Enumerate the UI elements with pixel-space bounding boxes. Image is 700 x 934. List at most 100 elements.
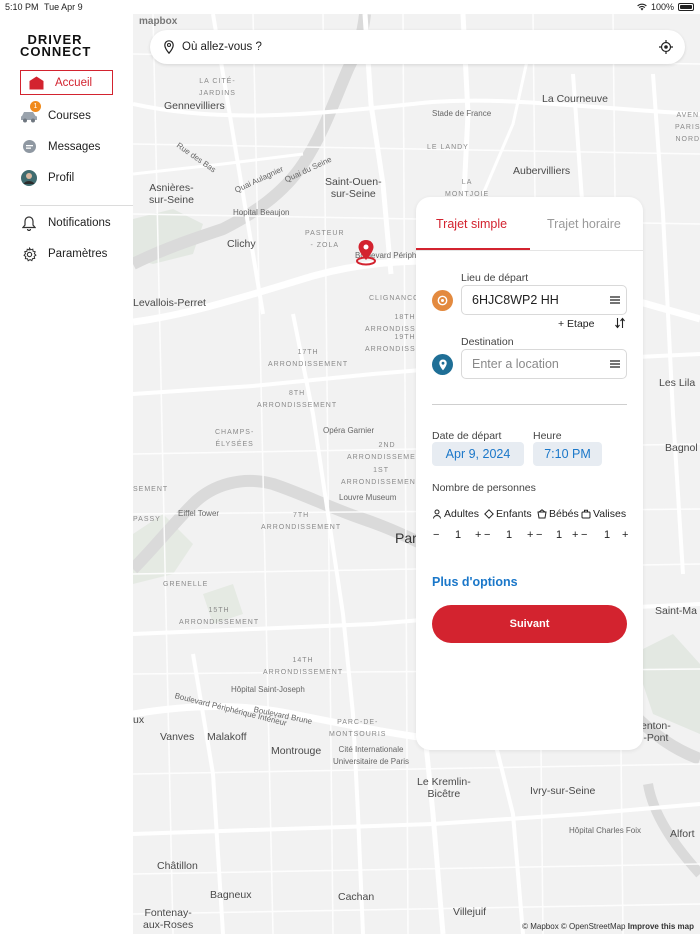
babies-plus-button[interactable]: +	[572, 529, 578, 541]
luggage-header: Valises	[581, 508, 626, 520]
improve-map-link[interactable]: Improve this map	[628, 922, 694, 931]
children-plus-button[interactable]: +	[527, 529, 533, 541]
menu-icon[interactable]	[610, 360, 620, 368]
children-header: Enfants	[484, 508, 532, 520]
sidebar-item-courses[interactable]: 1 Courses	[20, 101, 130, 129]
luggage-plus-button[interactable]: +	[622, 529, 628, 541]
next-button[interactable]: Suivant	[432, 605, 627, 643]
luggage-value: 1	[604, 529, 611, 541]
status-time: 5:10 PM	[5, 2, 39, 12]
sidebar-item-parametres[interactable]: Paramètres	[20, 241, 130, 267]
location-marker[interactable]	[354, 240, 378, 271]
map-label: Opéra Garnier	[323, 426, 375, 435]
map-label: Ivry-sur-Seine	[530, 785, 596, 797]
map-label: 8TH ARRONDISSEMENT	[257, 390, 338, 409]
person-icon	[433, 509, 441, 519]
gear-icon	[20, 245, 38, 263]
map-label: Par	[395, 530, 417, 546]
notification-badge: 1	[30, 101, 41, 112]
luggage-label: Valises	[593, 508, 627, 520]
avatar	[20, 169, 38, 187]
map-label: Vanves	[160, 731, 195, 743]
date-picker[interactable]: Apr 9, 2024	[432, 442, 524, 466]
baby-icon	[537, 509, 547, 519]
sidebar-item-messages[interactable]: Messages	[20, 134, 130, 160]
map-label: enton- -Pont	[641, 720, 671, 744]
babies-value: 1	[556, 529, 563, 541]
departure-field[interactable]: 6HJC8WP2 HH	[461, 285, 627, 315]
map-label: Hôpital Charles Foix	[569, 826, 642, 835]
map-label: PASSY	[133, 516, 161, 523]
car-icon: 1	[20, 101, 41, 125]
adults-header: Adultes	[432, 508, 479, 520]
time-picker[interactable]: 7:10 PM	[533, 442, 602, 466]
sidebar-item-label: Accueil	[55, 76, 93, 89]
location-pin-icon	[164, 40, 174, 54]
swap-icon[interactable]	[614, 317, 626, 329]
adults-plus-button[interactable]: +	[475, 529, 481, 541]
departure-value: 6HJC8WP2 HH	[472, 293, 559, 307]
map-label: Aubervilliers	[513, 165, 571, 177]
map-label: 15TH ARRONDISSEMENT	[179, 607, 260, 626]
map-label: 1ST ARRONDISSEMENT	[341, 467, 422, 486]
map-label: ux	[133, 714, 145, 726]
tab-trajet-simple[interactable]: Trajet simple	[436, 217, 507, 231]
map-label: Gennevilliers	[164, 100, 225, 112]
status-date: Tue Apr 9	[44, 2, 83, 12]
search-input[interactable]: Où allez-vous ?	[182, 41, 659, 53]
chat-icon	[20, 138, 38, 156]
sidebar-divider	[20, 205, 133, 206]
map-label: Le Kremlin- Bicêtre	[417, 776, 471, 800]
sidebar-item-profil[interactable]: Profil	[20, 165, 130, 191]
wifi-icon	[637, 3, 647, 11]
destination-icon	[432, 354, 453, 375]
destination-field[interactable]: Enter a location	[461, 349, 627, 379]
map-label: Eiffel Tower	[178, 509, 220, 518]
map-label: La Courneuve	[542, 93, 608, 105]
map-label: CLIGNANCO	[369, 295, 420, 302]
babies-header: Bébés	[537, 508, 579, 520]
home-icon	[27, 74, 45, 92]
trip-panel: Trajet simple Trajet horaire Lieu de dép…	[416, 197, 643, 750]
menu-icon[interactable]	[610, 296, 620, 304]
child-icon	[484, 509, 494, 519]
map-attribution[interactable]: © Mapbox © OpenStreetMap Improve this ma…	[522, 922, 694, 931]
map-pin-icon	[356, 240, 376, 266]
map-label: PARC-DE- MONTSOURIS	[329, 719, 387, 738]
sidebar-item-label: Messages	[48, 141, 101, 153]
date-label: Date de départ	[432, 430, 502, 442]
departure-icon	[432, 290, 453, 311]
map-label: 7TH ARRONDISSEMENT	[261, 512, 342, 531]
babies-label: Bébés	[549, 508, 579, 520]
tab-trajet-horaire[interactable]: Trajet horaire	[547, 217, 621, 231]
adults-minus-button[interactable]: −	[433, 529, 439, 541]
luggage-minus-button[interactable]: −	[581, 529, 587, 541]
sidebar: DRIVER CONNECT Accueil 1 Courses Message…	[0, 14, 133, 934]
map-label: Les Lila	[659, 377, 696, 389]
destination-input[interactable]: Enter a location	[472, 357, 559, 371]
map-label: Asnières- sur-Seine	[149, 182, 194, 206]
map-label: Fontenay- aux-Roses	[143, 907, 194, 931]
search-bar[interactable]: Où allez-vous ?	[150, 30, 685, 64]
map-label: Clichy	[227, 238, 256, 250]
locate-me-icon[interactable]	[659, 40, 673, 54]
add-stop-button[interactable]: + Etape	[558, 318, 595, 330]
map-label: LE LANDY	[427, 144, 469, 151]
app-logo: DRIVER CONNECT	[20, 33, 90, 58]
children-minus-button[interactable]: −	[484, 529, 490, 541]
map-label: Malakoff	[207, 731, 247, 743]
map-label: Cachan	[338, 891, 375, 903]
map-label: AVEN PARIS NORD	[675, 112, 700, 143]
children-label: Enfants	[496, 508, 532, 520]
more-options-link[interactable]: Plus d'options	[432, 575, 518, 589]
map-label: GRENELLE	[163, 581, 209, 588]
adults-label: Adultes	[444, 508, 480, 520]
map-label: Alfort	[670, 828, 695, 840]
babies-minus-button[interactable]: −	[536, 529, 542, 541]
attribution-text: © Mapbox © OpenStreetMap	[522, 922, 626, 931]
map-label: LA CITÉ- JARDINS	[199, 78, 236, 97]
sidebar-item-accueil[interactable]: Accueil	[20, 70, 113, 95]
map-label: Montrouge	[271, 745, 322, 757]
sidebar-item-notifications[interactable]: Notifications	[20, 210, 130, 236]
map-label: Stade de France	[432, 109, 492, 118]
